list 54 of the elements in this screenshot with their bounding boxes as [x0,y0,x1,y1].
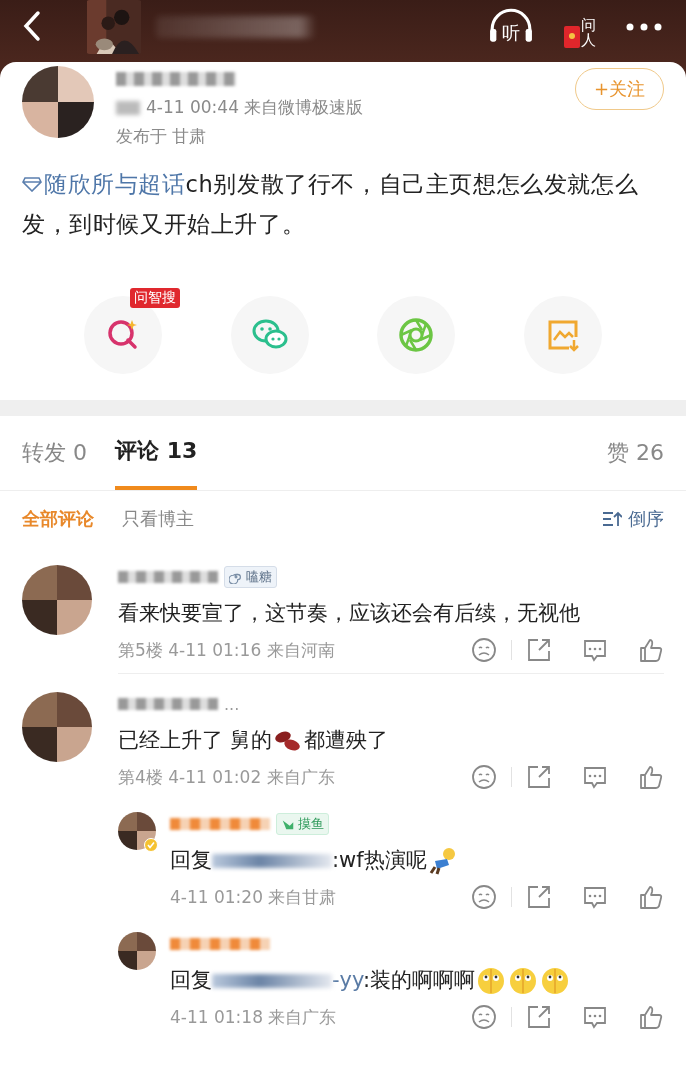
ask-button[interactable]: 问人 [564,6,596,48]
share-icon[interactable] [526,884,552,910]
user-badge: 摸鱼 [276,813,329,835]
name-ellipsis: ... [224,694,240,714]
listen-button[interactable]: 听 [488,8,534,46]
reply-label: 回复 [170,968,212,992]
blurred-text [116,100,140,115]
tab[interactable]: 评论 13 [115,416,198,490]
comment-meta: 第4楼 4-11 01:02 来自广东 [118,765,335,789]
comment-meta: 4-11 01:18 来自广东 [170,1005,337,1029]
smiley-emoji-icon [477,967,505,995]
comment-icon[interactable] [582,764,608,790]
post-text: 随欣所与超话ch别发散了行不，自己主页想怎么发就怎么发，到时候又开始上升了。 [22,170,640,239]
post-meta: 4-11 00:44 来自微博极速版 [146,96,364,119]
smiley-emoji-icon [509,967,537,995]
likes-tab[interactable]: 赞 26 [607,416,664,490]
like-icon[interactable] [638,884,664,910]
like-icon[interactable] [638,1004,664,1030]
share-icon[interactable] [526,637,552,663]
dislike-icon[interactable] [471,637,497,663]
share-icon[interactable] [526,764,552,790]
sort-button[interactable]: 倒序 [602,507,664,531]
like-icon[interactable] [638,764,664,790]
smiley-emoji-icon [541,967,569,995]
avatar[interactable] [118,932,156,970]
reply-label: 回复 [170,848,212,872]
ai-search-badge: 问智搜 [130,288,181,308]
user-badge: 嗑糖 [224,566,277,588]
like-icon[interactable] [638,637,664,663]
avatar[interactable] [118,812,156,850]
post-location: 发布于 甘肃 [116,125,208,148]
doll-emoji-icon [428,847,457,875]
envelope-icon [564,26,580,48]
filter-option[interactable]: 只看博主 [122,507,194,531]
comment-text: 已经上升了 舅的 都遭殃了 [118,728,388,752]
comment-icon[interactable] [582,1004,608,1030]
comment-text: 看来快要宣了，这节奏，应该还会有后续，无视他 [118,601,580,625]
back-icon[interactable] [22,10,42,42]
dislike-icon[interactable] [471,1004,497,1030]
comment-icon[interactable] [582,884,608,910]
tab[interactable]: 转发 0 [22,416,87,490]
share-icon[interactable] [526,1004,552,1030]
comment-text: :wf热演呢 [332,848,459,872]
more-icon[interactable] [626,23,662,31]
topic-link[interactable]: 随欣所与超话 [22,171,186,197]
diamond-icon [22,176,42,192]
comment-icon[interactable] [582,637,608,663]
dislike-icon[interactable] [471,764,497,790]
filter-option[interactable]: 全部评论 [22,507,94,531]
sort-icon [602,511,622,527]
comment-text: -yy:装的啊啊啊 [332,968,571,992]
comment-meta: 第5楼 4-11 01:16 来自河南 [118,638,335,662]
dislike-icon[interactable] [471,884,497,910]
comment-meta: 4-11 01:20 来自甘肃 [170,885,337,909]
